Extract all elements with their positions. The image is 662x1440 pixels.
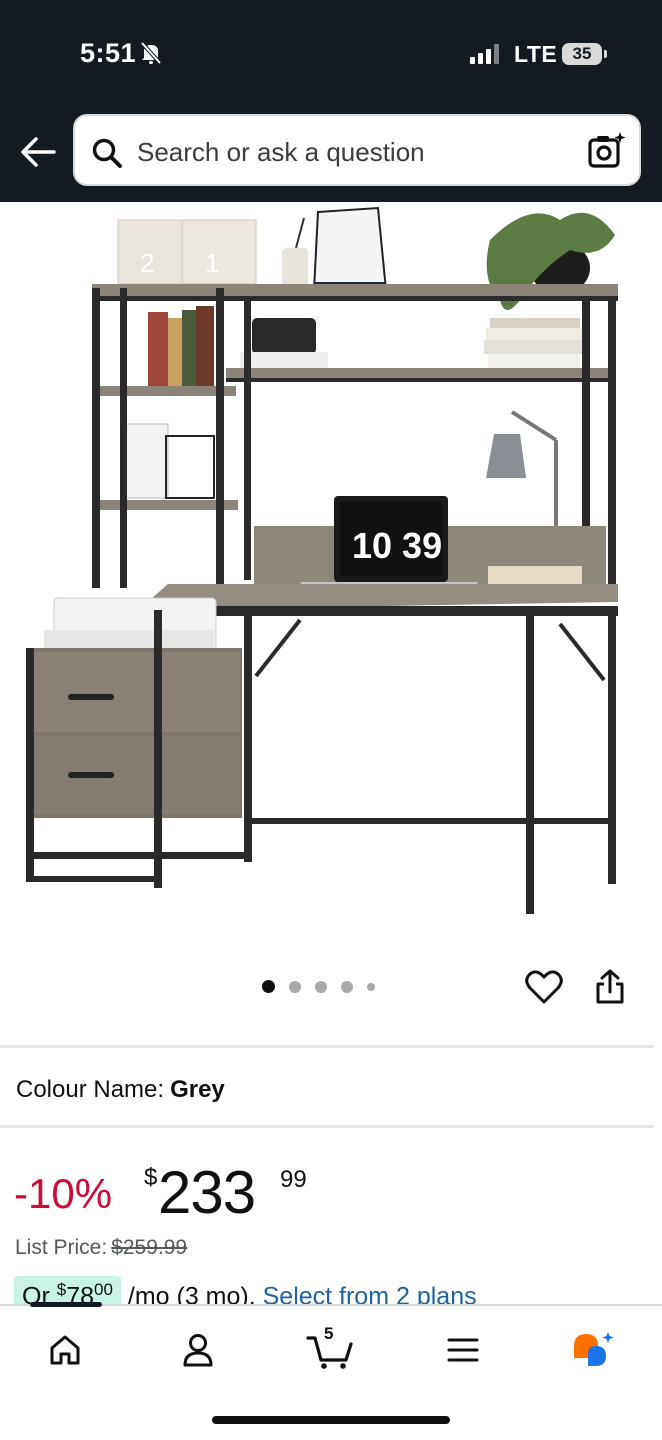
bin-number-2: 2: [140, 248, 154, 278]
bell-muted-icon: [140, 41, 162, 70]
rufus-assistant-icon[interactable]: [568, 1328, 618, 1372]
status-time: 5:51: [80, 38, 137, 68]
desk-illustration: 2 1 10 39: [26, 206, 618, 914]
home-indicator: [212, 1416, 450, 1424]
image-carousel-dots[interactable]: [262, 980, 375, 993]
installment-currency: $: [56, 1280, 67, 1299]
list-price: List Price: $259.99: [15, 1236, 187, 1260]
bin-number-1: 1: [205, 248, 219, 278]
home-icon[interactable]: [40, 1328, 90, 1372]
signal-icon: [470, 44, 499, 64]
carousel-dot[interactable]: [341, 980, 353, 993]
price-fraction: 99: [280, 1166, 307, 1193]
heart-icon[interactable]: [524, 968, 564, 1011]
list-price-label: List Price:: [15, 1236, 108, 1259]
divider: [0, 1125, 654, 1128]
search-input[interactable]: [137, 136, 557, 168]
colour-value: Grey: [170, 1076, 225, 1103]
menu-icon[interactable]: [438, 1328, 488, 1372]
active-tab-indicator: [30, 1302, 102, 1307]
colour-label: Colour Name:: [16, 1076, 165, 1103]
search-bar[interactable]: [73, 114, 641, 186]
clock-display-text: 10 39: [352, 525, 442, 566]
camera-search-icon[interactable]: [587, 130, 627, 175]
price-currency: $: [144, 1164, 158, 1191]
carousel-dot[interactable]: [315, 980, 327, 993]
share-icon[interactable]: [594, 968, 626, 1011]
back-arrow-icon[interactable]: [18, 134, 58, 170]
installment-fraction: 00: [94, 1280, 113, 1299]
carousel-dot[interactable]: [262, 980, 275, 993]
price-whole: 233: [158, 1159, 256, 1226]
carousel-dot[interactable]: [289, 980, 301, 993]
account-icon[interactable]: [173, 1328, 223, 1372]
carousel-dot[interactable]: [367, 982, 375, 991]
search-icon: [91, 137, 123, 174]
battery-icon: 35: [562, 43, 607, 65]
product-image[interactable]: 2 1 10 39: [0, 202, 662, 952]
cart-count: 5: [324, 1324, 334, 1343]
colour-selection: Colour Name: Grey: [16, 1076, 225, 1104]
discount-percent: -10%: [14, 1170, 113, 1217]
list-price-value: $259.99: [111, 1236, 188, 1259]
network-label: LTE: [514, 41, 558, 67]
divider: [0, 1045, 654, 1048]
cart-icon[interactable]: 5: [302, 1324, 358, 1372]
app-header: 5:51 LTE 35: [0, 0, 662, 202]
